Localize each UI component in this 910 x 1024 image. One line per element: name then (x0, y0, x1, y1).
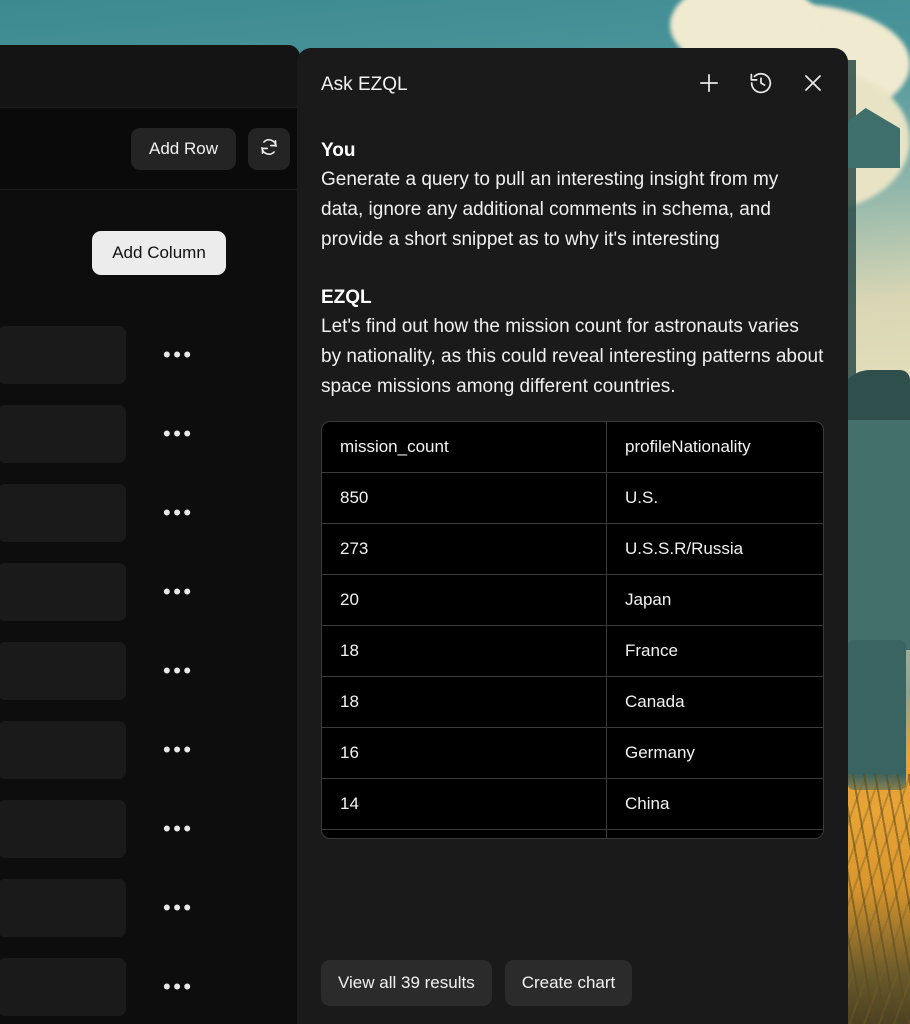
message-assistant: EZQL Let's find out how the mission coun… (321, 287, 824, 839)
message-text: Generate a query to pull an interesting … (321, 165, 824, 255)
close-panel-button[interactable] (800, 70, 826, 101)
table-cell: 18 (322, 677, 607, 727)
new-chat-button[interactable] (696, 70, 722, 101)
table-cell: U.S.S.R/Russia (607, 524, 823, 574)
spreadsheet-cell[interactable] (0, 721, 126, 779)
spreadsheet-row[interactable]: ••• (0, 394, 300, 473)
table-row: 18Canada (322, 677, 823, 728)
row-options-icon[interactable]: ••• (163, 502, 194, 524)
table-cell: 14 (322, 779, 607, 829)
spreadsheet-panel: Add Row Add Column •••••••••••••••••••••… (0, 45, 300, 1024)
chat-header-actions (696, 70, 826, 101)
table-column-header[interactable]: profileNationality (607, 422, 823, 472)
row-options-icon[interactable]: ••• (163, 660, 194, 682)
spreadsheet-row[interactable]: ••• (0, 789, 300, 868)
query-results-table[interactable]: mission_countprofileNationality850U.S.27… (321, 421, 824, 839)
spreadsheet-row[interactable]: ••• (0, 315, 300, 394)
spreadsheet-cell[interactable] (0, 642, 126, 700)
row-options-icon[interactable]: ••• (163, 897, 194, 919)
chat-messages: You Generate a query to pull an interest… (297, 122, 848, 946)
chat-header: Ask EZQL (297, 48, 848, 122)
mech-leg-shape (848, 640, 906, 790)
mech-body-shape (840, 420, 910, 650)
plus-icon (696, 70, 722, 101)
row-options-icon[interactable]: ••• (163, 739, 194, 761)
table-row: 273U.S.S.R/Russia (322, 524, 823, 575)
table-cell: 850 (322, 473, 607, 523)
history-icon (748, 70, 774, 101)
add-column-button[interactable]: Add Column (92, 231, 226, 275)
add-row-button[interactable]: Add Row (131, 128, 236, 170)
row-options-icon[interactable]: ••• (163, 818, 194, 840)
table-cell: China (607, 779, 823, 829)
table-row: 12Italy (322, 830, 823, 839)
table-cell: Japan (607, 575, 823, 625)
wheat-field-shape (840, 774, 910, 1024)
table-cell: Germany (607, 728, 823, 778)
table-row: 14China (322, 779, 823, 830)
view-all-results-button[interactable]: View all 39 results (321, 960, 492, 1006)
spreadsheet-row[interactable]: ••• (0, 947, 300, 1024)
table-cell: 20 (322, 575, 607, 625)
spreadsheet-toolbar: Add Row (0, 108, 300, 190)
create-chart-button[interactable]: Create chart (505, 960, 633, 1006)
spreadsheet-topbar (0, 45, 300, 108)
ask-ezql-panel: Ask EZQL (297, 48, 848, 1024)
spreadsheet-cell[interactable] (0, 879, 126, 937)
table-cell: France (607, 626, 823, 676)
spreadsheet-cell[interactable] (0, 958, 126, 1016)
spreadsheet-row[interactable]: ••• (0, 631, 300, 710)
spreadsheet-row[interactable]: ••• (0, 552, 300, 631)
table-cell: Italy (607, 830, 823, 839)
row-options-icon[interactable]: ••• (163, 581, 194, 603)
table-row: 20Japan (322, 575, 823, 626)
table-cell: 16 (322, 728, 607, 778)
table-cell: Canada (607, 677, 823, 727)
table-header-row: mission_countprofileNationality (322, 422, 823, 473)
spreadsheet-cell[interactable] (0, 405, 126, 463)
close-icon (800, 70, 826, 101)
panel-title: Ask EZQL (321, 74, 696, 96)
message-user: You Generate a query to pull an interest… (321, 140, 824, 255)
spreadsheet-row[interactable]: ••• (0, 868, 300, 947)
add-column-area: Add Column (0, 190, 300, 315)
spreadsheet-row[interactable]: ••• (0, 473, 300, 552)
table-cell: U.S. (607, 473, 823, 523)
table-row: 18France (322, 626, 823, 677)
spreadsheet-cell[interactable] (0, 800, 126, 858)
refresh-icon (259, 137, 279, 160)
spreadsheet-cell[interactable] (0, 563, 126, 621)
row-options-icon[interactable]: ••• (163, 423, 194, 445)
table-cell: 12 (322, 830, 607, 839)
chat-footer-actions: View all 39 results Create chart (297, 946, 848, 1024)
row-options-icon[interactable]: ••• (163, 344, 194, 366)
table-row: 16Germany (322, 728, 823, 779)
spreadsheet-row[interactable]: ••• (0, 710, 300, 789)
message-text: Let's find out how the mission count for… (321, 312, 824, 402)
spreadsheet-cell[interactable] (0, 326, 126, 384)
table-column-header[interactable]: mission_count (322, 422, 607, 472)
spreadsheet-rows: ••• ••• ••• ••• ••• ••• ••• ••• ••• (0, 315, 300, 1024)
spreadsheet-cell[interactable] (0, 484, 126, 542)
table-cell: 273 (322, 524, 607, 574)
row-options-icon[interactable]: ••• (163, 976, 194, 998)
table-cell: 18 (322, 626, 607, 676)
table-row: 850U.S. (322, 473, 823, 524)
chat-history-button[interactable] (748, 70, 774, 101)
message-role: EZQL (321, 287, 824, 309)
refresh-button[interactable] (248, 128, 290, 170)
message-role: You (321, 140, 824, 162)
